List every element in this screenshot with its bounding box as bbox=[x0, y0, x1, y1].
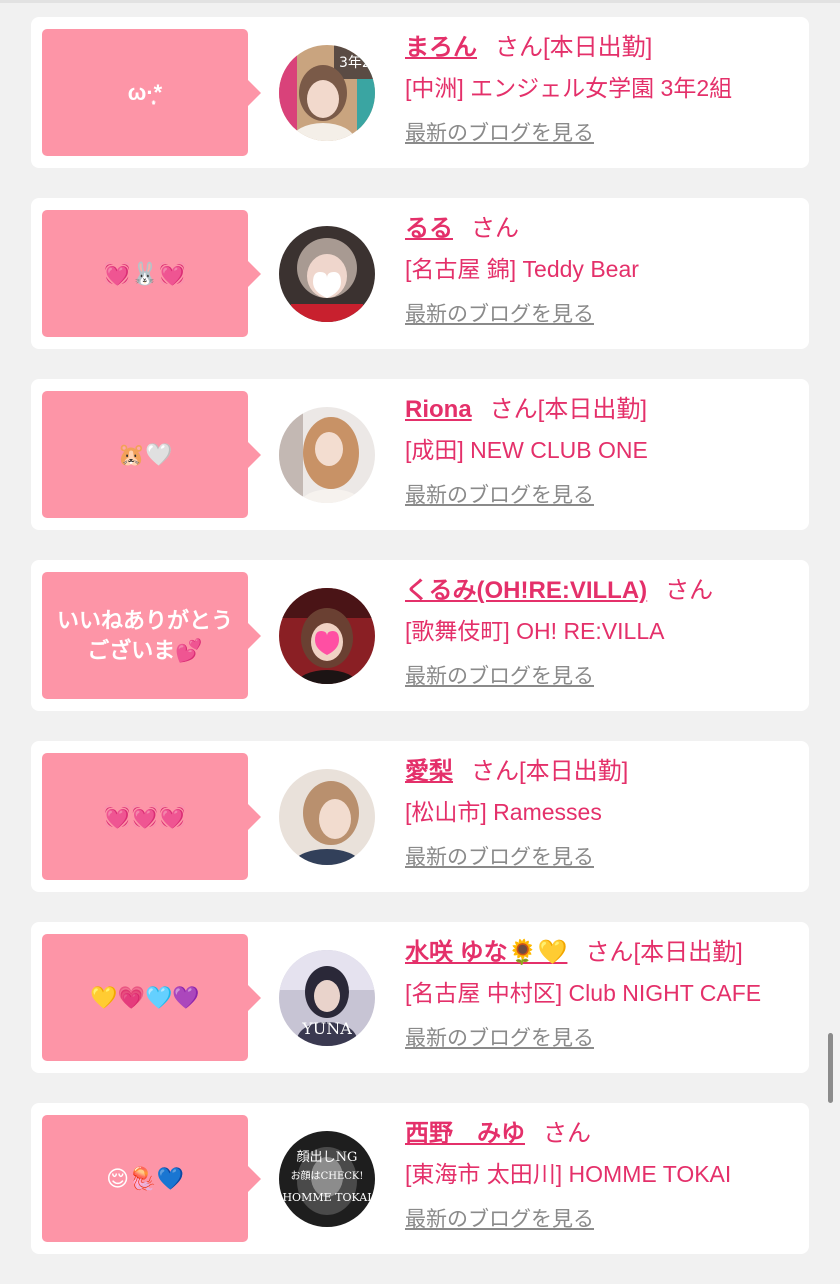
message-text: 💛💗🩵💜 bbox=[90, 984, 200, 1010]
girl-name-link[interactable]: 愛梨 bbox=[405, 758, 453, 785]
latest-blog-link[interactable]: 最新のブログを見る bbox=[405, 1022, 594, 1056]
like-notification-list: ω·̩̩͙* 3年2 まろん さん[本日出勤] [中洲] エンジェル女学園 3年2… bbox=[31, 17, 809, 1284]
message-bubble: ω·̩̩͙* bbox=[42, 29, 261, 156]
girl-name-link[interactable]: 水咲 ゆな🌻💛 bbox=[405, 939, 567, 966]
name-line: Riona さん[本日出勤] bbox=[405, 391, 801, 429]
honorific: さん bbox=[665, 577, 714, 604]
message-text: 💓💓💓 bbox=[103, 803, 187, 829]
list-item: ω·̩̩͙* 3年2 まろん さん[本日出勤] [中洲] エンジェル女学園 3年2… bbox=[31, 17, 809, 168]
avatar[interactable]: 3年2 bbox=[279, 45, 375, 141]
status-badge: [本日出勤] bbox=[543, 34, 653, 61]
scrollbar-thumb[interactable] bbox=[828, 1033, 833, 1103]
list-item: 💓💓💓 愛梨 さん[本日出勤] [松山市] Ramesses 最新のブログを見る bbox=[31, 741, 809, 892]
name-line: 水咲 ゆな🌻💛 さん[本日出勤] bbox=[405, 934, 801, 972]
item-info: 愛梨 さん[本日出勤] [松山市] Ramesses 最新のブログを見る bbox=[405, 753, 801, 875]
name-line: 西野 みゆ さん bbox=[405, 1115, 801, 1153]
list-item: いいねありがとう ございま💕 くるみ(OH!RE:VILLA) さん [歌舞伎町]… bbox=[31, 560, 809, 711]
girl-name-link[interactable]: Riona bbox=[405, 396, 472, 423]
avatar[interactable]: 顔出しNG お顔はCHECK! HOMME TOKAI bbox=[279, 1131, 375, 1227]
item-info: まろん さん[本日出勤] [中洲] エンジェル女学園 3年2組 最新のブログを見る bbox=[405, 29, 801, 151]
latest-blog-link[interactable]: 最新のブログを見る bbox=[405, 841, 594, 875]
message-bubble: 💓🐰💓 bbox=[42, 210, 261, 337]
status-badge: [本日出勤] bbox=[633, 939, 743, 966]
honorific: さん bbox=[489, 396, 538, 423]
item-info: Riona さん[本日出勤] [成田] NEW CLUB ONE 最新のブログを見… bbox=[405, 391, 801, 513]
latest-blog-link[interactable]: 最新のブログを見る bbox=[405, 117, 594, 151]
girl-name-link[interactable]: 西野 みゆ bbox=[405, 1120, 525, 1147]
message-bubble: 💛💗🩵💜 bbox=[42, 934, 261, 1061]
shop-name: [名古屋 錦] Teddy Bear bbox=[405, 256, 639, 282]
girl-name-link[interactable]: るる bbox=[405, 215, 453, 242]
message-bubble: 💓💓💓 bbox=[42, 753, 261, 880]
message-bubble: いいねありがとう ございま💕 bbox=[42, 572, 261, 699]
latest-blog-link[interactable]: 最新のブログを見る bbox=[405, 660, 594, 694]
list-item: 💛💗🩵💜 YUNA 水咲 ゆな🌻💛 さん[本日出勤] [名古屋 中村区] Club… bbox=[31, 922, 809, 1073]
message-text: 🐹🤍 bbox=[117, 441, 173, 467]
girl-name-link[interactable]: まろん bbox=[405, 34, 477, 61]
list-item: 🐹🤍 Riona さん[本日出勤] [成田] NEW CLUB ONE 最新のブロ… bbox=[31, 379, 809, 530]
item-info: 水咲 ゆな🌻💛 さん[本日出勤] [名古屋 中村区] Club NIGHT CAF… bbox=[405, 934, 801, 1056]
list-item: 😌🪼💙 顔出しNG お顔はCHECK! HOMME TOKAI 西野 みゆ さん … bbox=[31, 1103, 809, 1254]
avatar[interactable] bbox=[279, 407, 375, 503]
status-badge: [本日出勤] bbox=[519, 758, 629, 785]
girl-name-link[interactable]: くるみ(OH!RE:VILLA) bbox=[405, 577, 647, 604]
list-item: 💓🐰💓 るる さん [名古屋 錦] Teddy Bear 最新のブログを見る bbox=[31, 198, 809, 349]
top-divider bbox=[0, 0, 840, 3]
avatar[interactable] bbox=[279, 226, 375, 322]
name-line: くるみ(OH!RE:VILLA) さん bbox=[405, 572, 801, 610]
message-text: いいねありがとう ございま💕 bbox=[56, 607, 233, 663]
message-text: 😌🪼💙 bbox=[106, 1165, 184, 1191]
avatar-text: YUNA bbox=[301, 1019, 352, 1038]
message-bubble: 🐹🤍 bbox=[42, 391, 261, 518]
latest-blog-link[interactable]: 最新のブログを見る bbox=[405, 479, 594, 513]
latest-blog-link[interactable]: 最新のブログを見る bbox=[405, 298, 594, 332]
status-badge: [本日出勤] bbox=[537, 396, 648, 423]
message-text: 💓🐰💓 bbox=[103, 260, 187, 286]
avatar-text: お顔はCHECK! bbox=[291, 1169, 364, 1182]
message-bubble: 😌🪼💙 bbox=[42, 1115, 261, 1242]
message-text: ω·̩̩͙* bbox=[127, 79, 163, 105]
avatar-text: HOMME TOKAI bbox=[282, 1191, 371, 1204]
honorific: さん bbox=[471, 758, 519, 785]
honorific: さん bbox=[471, 215, 519, 242]
avatar[interactable] bbox=[279, 769, 375, 865]
avatar-text: 3年2 bbox=[339, 55, 371, 71]
avatar-text: 顔出しNG bbox=[297, 1150, 358, 1165]
shop-name: [名古屋 中村区] Club NIGHT CAFE bbox=[405, 980, 762, 1006]
item-info: 西野 みゆ さん [東海市 太田川] HOMME TOKAI 最新のブログを見る bbox=[405, 1115, 801, 1237]
latest-blog-link[interactable]: 最新のブログを見る bbox=[405, 1203, 594, 1237]
shop-name: [東海市 太田川] HOMME TOKAI bbox=[405, 1161, 732, 1187]
item-info: くるみ(OH!RE:VILLA) さん [歌舞伎町] OH! RE:VILLA 最… bbox=[405, 572, 801, 694]
honorific: さん bbox=[585, 939, 634, 966]
honorific: さん bbox=[543, 1120, 591, 1147]
honorific: さん bbox=[495, 34, 543, 61]
name-line: 愛梨 さん[本日出勤] bbox=[405, 753, 801, 791]
name-line: るる さん bbox=[405, 210, 801, 248]
avatar[interactable] bbox=[279, 588, 375, 684]
name-line: まろん さん[本日出勤] bbox=[405, 29, 801, 67]
avatar[interactable]: YUNA bbox=[279, 950, 375, 1046]
shop-name: [松山市] Ramesses bbox=[405, 799, 602, 825]
shop-name: [歌舞伎町] OH! RE:VILLA bbox=[405, 618, 665, 644]
item-info: るる さん [名古屋 錦] Teddy Bear 最新のブログを見る bbox=[405, 210, 801, 332]
shop-name: [中洲] エンジェル女学園 3年2組 bbox=[405, 75, 733, 101]
shop-name: [成田] NEW CLUB ONE bbox=[405, 437, 648, 463]
